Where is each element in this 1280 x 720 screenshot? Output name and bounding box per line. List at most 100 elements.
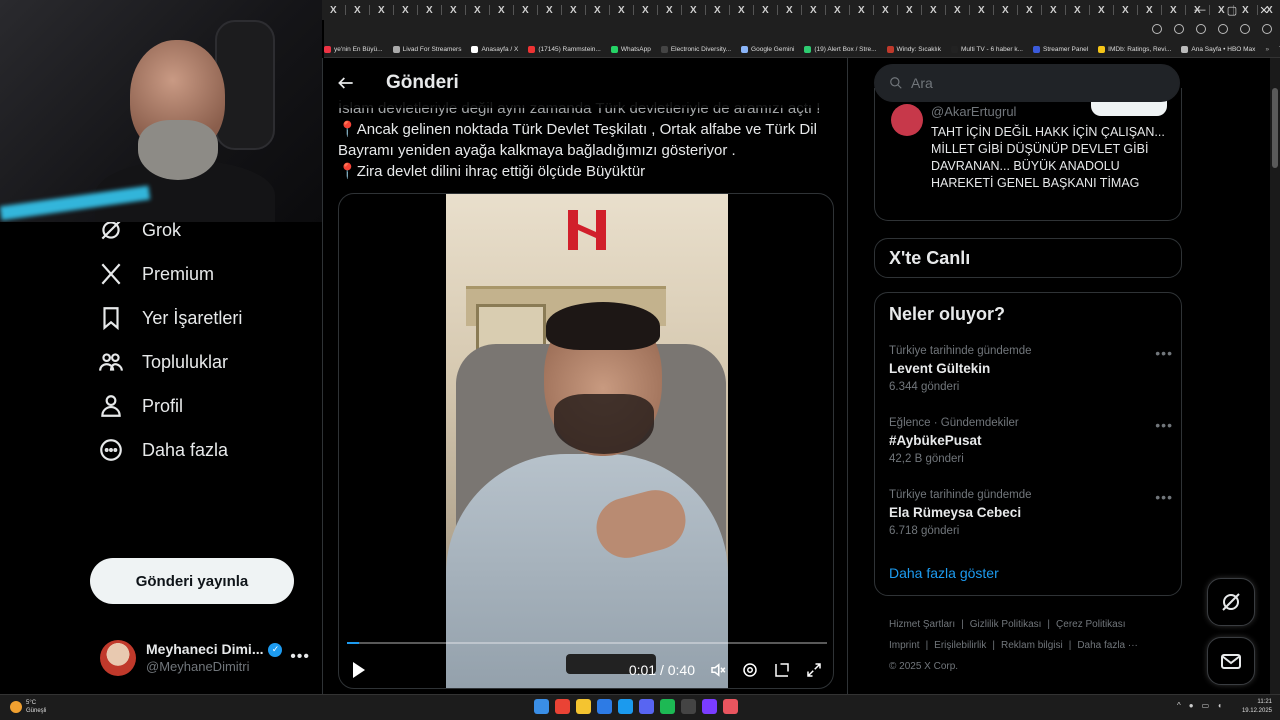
browser-tab[interactable]: X [978, 0, 1002, 20]
follow-button[interactable] [1091, 100, 1167, 116]
bookmark-item[interactable]: (17145) Rammstein... [528, 46, 601, 53]
browser-tab[interactable]: X [402, 0, 426, 20]
page-scrollbar[interactable] [1270, 58, 1280, 694]
trend-item[interactable]: Eğlence · Gündemdekiler #AybükePusat 42,2 … [889, 417, 1172, 477]
bookmark-item[interactable]: (19) Alert Box / Stre... [804, 46, 877, 53]
play-icon[interactable] [353, 662, 365, 678]
zoom-icon[interactable] [1152, 24, 1162, 34]
profile-icon[interactable] [1240, 24, 1250, 34]
search-input[interactable] [911, 75, 1161, 91]
pip-icon[interactable] [773, 661, 791, 679]
browser-tab[interactable]: X [1122, 0, 1146, 20]
bookmark-item[interactable]: Anasayfa / X [471, 46, 518, 53]
video-frame[interactable] [446, 194, 728, 688]
browser-tab[interactable]: X [714, 0, 738, 20]
browser-tab[interactable]: X [474, 0, 498, 20]
network-icon[interactable]: ▭ [1202, 701, 1210, 710]
search-bar[interactable] [874, 64, 1180, 102]
browser-tab[interactable]: X [1002, 0, 1026, 20]
account-more-icon[interactable]: ••• [290, 648, 310, 666]
bookmark-item[interactable]: Livad For Streamers [392, 46, 461, 53]
tray-chevron-icon[interactable]: ^ [1177, 701, 1181, 710]
browser-tab[interactable]: X [354, 0, 378, 20]
account-switcher[interactable]: Meyhaneci Dimi... ✓ @MeyhaneDimitri ••• [100, 630, 310, 686]
show-more-link[interactable]: Daha fazla göster [889, 565, 999, 581]
browser-tab[interactable]: X [1146, 0, 1170, 20]
taskbar-app-icon[interactable] [723, 699, 738, 714]
footer-link[interactable]: Erişilebilirlik [934, 640, 986, 651]
browser-tab[interactable]: X [762, 0, 786, 20]
system-clock[interactable]: 11:21 19.12.2025 [1242, 698, 1272, 716]
browser-tab[interactable]: X [570, 0, 594, 20]
nav-item[interactable]: Yer İşaretleri [98, 298, 242, 338]
bookmark-item[interactable]: WhatsApp [610, 46, 651, 53]
close-icon[interactable]: ✕ [1248, 4, 1280, 17]
grok-fab[interactable] [1207, 578, 1255, 626]
taskbar-app-icon[interactable] [660, 699, 675, 714]
browser-tab[interactable]: X [834, 0, 858, 20]
live-on-x-card[interactable]: X'te Canlı [874, 238, 1182, 278]
browser-tab[interactable]: X [882, 0, 906, 20]
bookmarks-overflow-icon[interactable]: » [1265, 46, 1269, 53]
taskbar-app-icon[interactable] [597, 699, 612, 714]
browser-tab[interactable]: X [450, 0, 474, 20]
bookmark-item[interactable]: Streamer Panel [1032, 46, 1088, 53]
settings-gear-icon[interactable] [741, 661, 759, 679]
trend-more-icon[interactable]: ••• [1155, 345, 1173, 361]
nav-item[interactable]: Premium [98, 254, 214, 294]
footer-link[interactable]: Çerez Politikası [1056, 619, 1125, 630]
browser-tab[interactable]: X [858, 0, 882, 20]
browser-tab[interactable]: X [642, 0, 666, 20]
browser-tab[interactable]: X [546, 0, 570, 20]
browser-tab[interactable]: X [522, 0, 546, 20]
trend-item[interactable]: Türkiye tarihinde gündemde Ela Rümeysa Ce… [889, 489, 1172, 549]
taskbar-app-icon[interactable] [555, 699, 570, 714]
cast-icon[interactable] [1174, 24, 1184, 34]
trend-more-icon[interactable]: ••• [1155, 417, 1173, 433]
browser-tab[interactable]: X [426, 0, 450, 20]
mic-icon[interactable]: ● [1189, 701, 1194, 710]
back-arrow-icon[interactable] [336, 73, 356, 93]
video-player[interactable]: 0:01 / 0:40 [338, 193, 834, 689]
browser-tab[interactable]: X [906, 0, 930, 20]
speaker-icon[interactable]: ◖ [1217, 701, 1222, 710]
browser-tab[interactable]: X [930, 0, 954, 20]
browser-tab[interactable]: X [330, 0, 354, 20]
bookmark-item[interactable]: Windy: Sıcaklık [886, 46, 941, 53]
taskbar-app-icon[interactable] [534, 699, 549, 714]
browser-tab[interactable]: X [594, 0, 618, 20]
footer-link[interactable]: Daha fazla ··· [1077, 640, 1138, 651]
browser-tab[interactable]: X [1050, 0, 1074, 20]
nav-item[interactable]: Topluluklar [98, 342, 228, 382]
taskbar-app-icon[interactable] [681, 699, 696, 714]
nav-item[interactable]: Profil [98, 386, 183, 426]
browser-tab[interactable]: X [810, 0, 834, 20]
bookmark-item[interactable]: Google Gemini [741, 46, 794, 53]
volume-icon[interactable] [709, 661, 727, 679]
messages-fab[interactable] [1207, 637, 1255, 685]
star-icon[interactable] [1196, 24, 1206, 34]
browser-tab[interactable]: X [666, 0, 690, 20]
suggest-handle[interactable]: @AkarErtugrul [931, 104, 1016, 119]
browser-tab[interactable]: X [954, 0, 978, 20]
browser-tab[interactable]: X [1098, 0, 1122, 20]
minimize-icon[interactable]: — [1184, 4, 1216, 16]
footer-link[interactable]: Gizlilik Politikası [970, 619, 1042, 630]
footer-link[interactable]: Imprint [889, 640, 920, 651]
weather-widget[interactable]: 5°C Güneşli [10, 699, 46, 715]
nav-item[interactable]: Daha fazla [98, 430, 228, 470]
browser-tab[interactable]: X [738, 0, 762, 20]
bookmark-item[interactable]: Electronic Diversity... [660, 46, 731, 53]
bookmark-item[interactable]: IMDb: Ratings, Revi... [1098, 46, 1171, 53]
fullscreen-icon[interactable] [805, 661, 823, 679]
bookmark-item[interactable]: Multi TV - 6 haber k... [950, 46, 1023, 53]
post-button[interactable]: Gönderi yayınla [90, 558, 294, 604]
extensions-icon[interactable] [1218, 24, 1228, 34]
browser-tab[interactable]: X [1026, 0, 1050, 20]
scrollbar-thumb[interactable] [1272, 88, 1278, 168]
maximize-icon[interactable]: ▢ [1216, 4, 1248, 17]
trend-item[interactable]: Türkiye tarihinde gündemde Levent Gülteki… [889, 345, 1172, 405]
trend-more-icon[interactable]: ••• [1155, 489, 1173, 505]
browser-tab[interactable]: X [618, 0, 642, 20]
taskbar-app-icon[interactable] [639, 699, 654, 714]
